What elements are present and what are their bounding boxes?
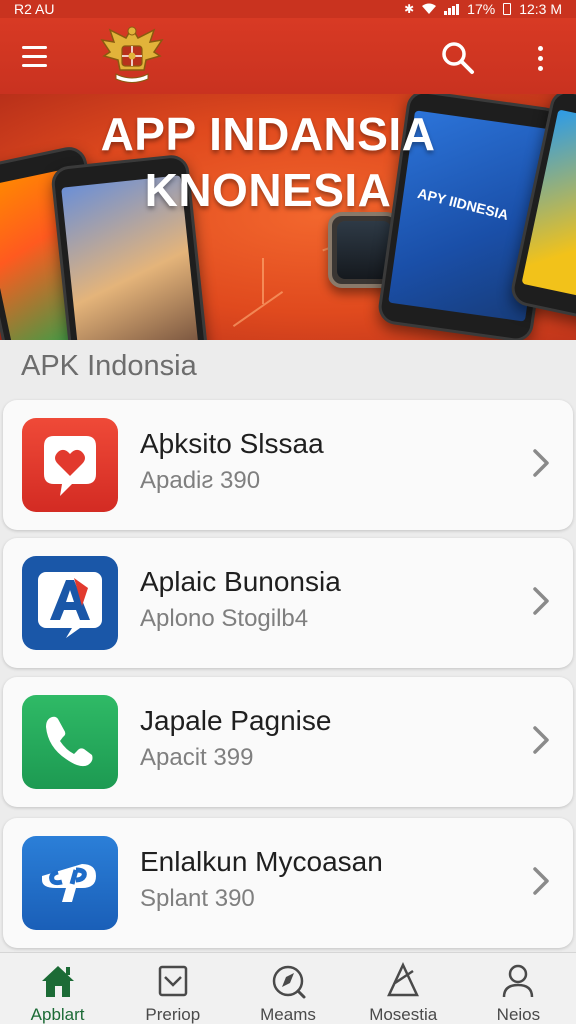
phone-call-icon xyxy=(22,695,118,789)
hero-banner[interactable]: APY IIDNESIA APP INDANSIA KNONESIA xyxy=(0,94,576,340)
app-subtitle: Apacit 399 xyxy=(140,744,254,771)
app-list-item[interactable]: Aplaic Bunonsia Aplono Stogilb4 xyxy=(3,538,573,668)
more-vertical-icon[interactable] xyxy=(528,40,552,76)
app-list-item[interactable]: Enlalkun Mycoasan Splant 390 xyxy=(3,818,573,948)
nav-item-home[interactable]: Apblart xyxy=(0,953,115,1024)
app-name: Aþksito Slssaa xyxy=(140,428,324,459)
section-title: APK Indonsia xyxy=(21,350,197,382)
bluetooth-icon: ✱ xyxy=(404,2,415,16)
nav-label: Apblart xyxy=(30,1005,85,1024)
nav-item-create[interactable]: Mosestia xyxy=(346,953,461,1024)
home-icon xyxy=(41,966,74,997)
nav-label: Mosestia xyxy=(369,1005,438,1024)
banner-title: APP INDANSIA KNONESIA xyxy=(0,106,576,218)
battery-icon xyxy=(503,3,512,15)
chevron-right-icon xyxy=(529,446,553,480)
person-icon xyxy=(503,964,534,998)
app-subtitle: Splant 390 xyxy=(140,885,255,912)
nav-item-inbox[interactable]: Preriop xyxy=(115,953,230,1024)
banner-title-line2: KNONESIA xyxy=(144,164,392,216)
nav-label: Preriop xyxy=(145,1005,201,1024)
wifi-icon xyxy=(422,1,437,17)
battery-text: 17% xyxy=(467,1,496,17)
app-list-item[interactable]: Aþksito Slssaa Apadiƨ 390 xyxy=(3,400,573,530)
status-icons: ✱ 17% 12:3 M xyxy=(404,1,562,17)
signal-icon xyxy=(444,3,460,15)
app-bar xyxy=(0,18,576,94)
search-icon[interactable] xyxy=(438,38,478,78)
nav-item-profile[interactable]: Neios xyxy=(461,953,576,1024)
status-bar: R2 AU ✱ 17% 12:3 M xyxy=(0,0,576,18)
letter-a-icon xyxy=(22,556,118,650)
app-subtitle: Apadiƨ 390 xyxy=(140,467,261,494)
carrier-text: R2 AU xyxy=(14,1,55,17)
bottom-navigation: Apblart Preriop Meams Mosestia Neios xyxy=(0,952,576,1024)
nav-label: Meams xyxy=(260,1005,316,1024)
app-list-item[interactable]: Japale Pagnise Apacit 399 xyxy=(3,677,573,807)
banner-title-line1: APP INDANSIA xyxy=(100,108,436,160)
chevron-right-icon xyxy=(529,864,553,898)
banner-decor-line xyxy=(262,258,264,304)
chevron-right-icon xyxy=(529,584,553,618)
banner-decor-line xyxy=(232,290,284,328)
app-name: Aplaic Bunonsia xyxy=(140,566,341,597)
garuda-emblem-icon xyxy=(98,22,166,88)
app-name: Enlalkun Mycoasan xyxy=(140,846,383,877)
app-name: Japale Pagnise xyxy=(140,705,332,736)
triangle-pen-icon xyxy=(387,962,420,997)
compass-icon xyxy=(272,965,306,999)
hamburger-menu-icon[interactable] xyxy=(22,40,60,72)
clock-text: 12:3 M xyxy=(519,1,562,17)
nav-item-compass[interactable]: Meams xyxy=(230,953,345,1024)
cp-logo-icon xyxy=(22,836,118,930)
nav-label: Neios xyxy=(496,1005,541,1024)
inbox-icon xyxy=(158,965,188,997)
chevron-right-icon xyxy=(529,723,553,757)
app-subtitle: Aplono Stogilb4 xyxy=(140,605,309,632)
heart-chat-icon xyxy=(22,418,118,512)
